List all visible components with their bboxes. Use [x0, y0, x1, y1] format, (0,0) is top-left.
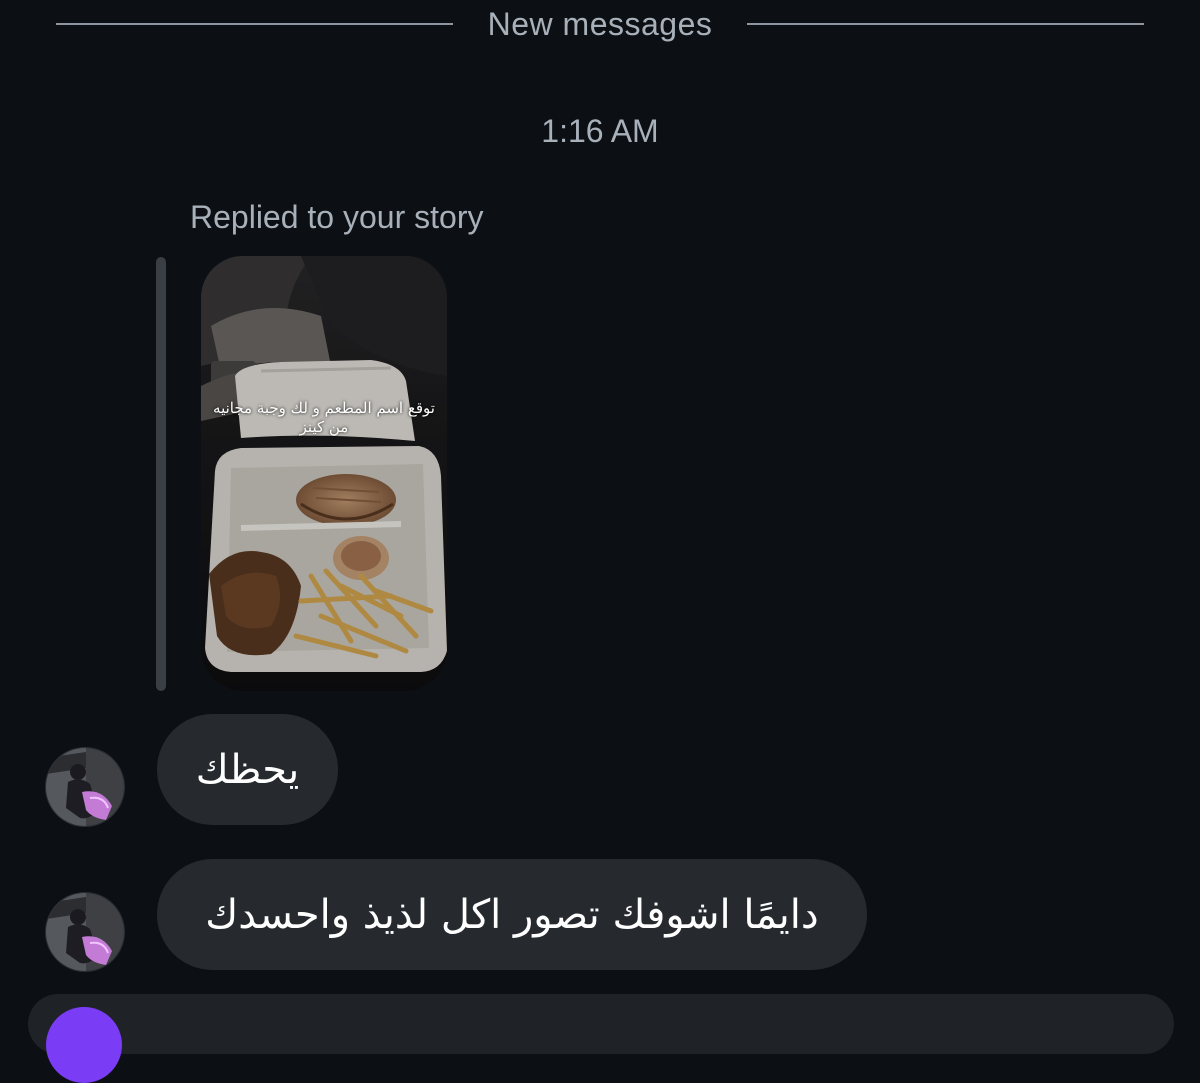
- story-caption-line-2: من كينز: [299, 418, 349, 436]
- message-text: يحظك: [195, 746, 300, 793]
- message-text: دايمًا اشوفك تصور اكل لذيذ واحسدك: [205, 891, 819, 938]
- sender-avatar[interactable]: [45, 892, 125, 972]
- reply-indicator-bar: [156, 257, 166, 691]
- message-bubble[interactable]: دايمًا اشوفك تصور اكل لذيذ واحسدك: [157, 859, 867, 970]
- camera-icon[interactable]: [46, 1007, 122, 1083]
- story-caption-line-1: توقع اسم المطعم و لك وجبة مجانيه: [213, 399, 435, 417]
- story-food-photo: [201, 256, 447, 691]
- story-caption-text: توقع اسم المطعم و لك وجبة مجانيه من كينز: [211, 399, 437, 437]
- message-timestamp: 1:16 AM: [541, 113, 659, 149]
- message-bubble[interactable]: يحظك: [157, 714, 338, 825]
- story-thumbnail[interactable]: توقع اسم المطعم و لك وجبة مجانيه من كينز: [201, 256, 447, 691]
- sender-avatar[interactable]: [45, 747, 125, 827]
- new-messages-divider: New messages: [0, 0, 1200, 50]
- divider-line-right: [747, 23, 1144, 25]
- avatar-photo: [46, 748, 124, 826]
- avatar-photo: [46, 893, 124, 971]
- replied-to-story-label: Replied to your story: [190, 199, 484, 235]
- message-composer[interactable]: [28, 994, 1174, 1054]
